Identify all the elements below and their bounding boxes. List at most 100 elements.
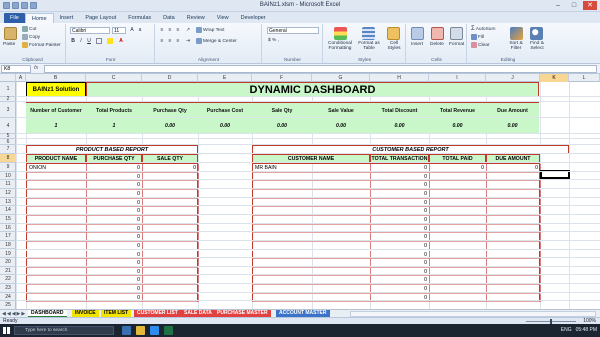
borders-icon[interactable]	[96, 38, 102, 44]
tab-view[interactable]: View	[211, 13, 235, 23]
tab-data[interactable]: Data	[157, 13, 181, 23]
row-header-14[interactable]: 14	[0, 206, 16, 215]
row-header-12[interactable]: 12	[0, 189, 16, 198]
row-header-9[interactable]: 9	[0, 163, 16, 172]
font-name-select[interactable]: Calibri	[70, 27, 110, 34]
indent-icon[interactable]: ⇥	[185, 38, 191, 44]
tab-review[interactable]: Review	[181, 13, 211, 23]
find-select-icon[interactable]	[530, 27, 543, 40]
row-header-1[interactable]: 1	[0, 82, 16, 97]
excel-taskbar-icon[interactable]	[164, 326, 173, 335]
bold-icon[interactable]: B	[70, 38, 76, 44]
brand-cell[interactable]: BAINz1 Solution	[26, 82, 86, 97]
row-header-11[interactable]: 11	[0, 180, 16, 189]
tab-home[interactable]: Home	[24, 13, 54, 23]
row-header-8[interactable]: 8	[0, 154, 16, 163]
number-format-buttons[interactable]: $ % ,	[268, 38, 279, 43]
sheet-tab-item-list[interactable]: ITEM LIST	[101, 310, 132, 317]
select-all-corner[interactable]	[0, 74, 16, 82]
kpi-value[interactable]: 0.00	[486, 120, 539, 132]
column-header-c[interactable]: C	[86, 74, 142, 82]
fill-button[interactable]: Fill	[471, 34, 484, 40]
align-right-icon[interactable]: ≡	[175, 38, 181, 44]
column-header-a[interactable]: A	[16, 74, 26, 82]
align-bottom-icon[interactable]: ≡	[175, 27, 181, 33]
sheet-tab-account-master[interactable]: ACCOUNT MASTER	[276, 310, 330, 317]
clear-button[interactable]: Clear	[471, 42, 489, 48]
kpi-value[interactable]: 0.00	[142, 120, 198, 132]
underline-icon[interactable]: U	[86, 38, 92, 44]
row-header-23[interactable]: 23	[0, 284, 16, 293]
delete-cells-icon[interactable]	[431, 27, 444, 40]
align-center-icon[interactable]: ≡	[167, 38, 173, 44]
worksheet[interactable]: BAINz1 Solution DYNAMIC DASHBOARD Number…	[16, 82, 600, 309]
font-color-icon[interactable]: A	[118, 38, 124, 44]
shrink-font-icon[interactable]: a	[137, 27, 143, 33]
dashboard-title[interactable]: DYNAMIC DASHBOARD	[86, 82, 539, 97]
cut-button[interactable]: Cut	[22, 26, 36, 32]
row-header-16[interactable]: 16	[0, 224, 16, 233]
tab-developer[interactable]: Developer	[235, 13, 272, 23]
sheet-tab-invoice[interactable]: INVOICE	[72, 310, 99, 317]
sort-filter-button[interactable]: Sort & Filter	[506, 41, 526, 51]
column-header-b[interactable]: B	[26, 74, 86, 82]
format-cells-icon[interactable]	[450, 27, 463, 40]
kpi-value[interactable]: 1	[86, 120, 142, 132]
font-size-select[interactable]: 11	[112, 27, 126, 34]
kpi-value[interactable]: 0.00	[252, 120, 312, 132]
grow-font-icon[interactable]: A	[129, 27, 135, 33]
format-painter-button[interactable]: Format Painter	[22, 42, 61, 48]
sheet-tab-purchase-master[interactable]: PURCHASE MASTER	[214, 310, 271, 317]
wrap-text-button[interactable]: Wrap Text	[196, 27, 224, 33]
column-header-h[interactable]: H	[370, 74, 429, 82]
column-header-f[interactable]: F	[252, 74, 312, 82]
row-header-24[interactable]: 24	[0, 293, 16, 302]
row-header-19[interactable]: 19	[0, 250, 16, 259]
name-box[interactable]: K8	[1, 65, 31, 73]
row-header-10[interactable]: 10	[0, 172, 16, 181]
column-header-j[interactable]: J	[486, 74, 540, 82]
column-header-i[interactable]: I	[429, 74, 486, 82]
column-header-g[interactable]: G	[312, 74, 370, 82]
paste-icon[interactable]	[4, 27, 17, 40]
kpi-value[interactable]: 0.00	[370, 120, 429, 132]
kpi-value[interactable]: 0.00	[312, 120, 370, 132]
row-header-21[interactable]: 21	[0, 267, 16, 276]
zoom-slider[interactable]	[526, 319, 576, 324]
windows-start-icon[interactable]	[3, 327, 10, 334]
align-top-icon[interactable]: ≡	[159, 27, 165, 33]
orientation-icon[interactable]: ↗	[185, 27, 191, 33]
minimize-button[interactable]: –	[551, 1, 565, 10]
sheet-tab-sale-data[interactable]: SALE DATA	[181, 310, 215, 317]
tab-file[interactable]: File	[4, 13, 25, 23]
row-header-7[interactable]: 7	[0, 145, 16, 154]
paste-button[interactable]: Paste	[3, 42, 15, 47]
sheet-tab-customer-list[interactable]: CUSTOMER LIST	[134, 310, 181, 317]
kpi-value[interactable]: 1	[26, 120, 86, 132]
language-indicator[interactable]: ENG	[561, 324, 572, 337]
row-header-18[interactable]: 18	[0, 241, 16, 250]
delete-button[interactable]: Delete	[430, 42, 444, 47]
cell-styles-button[interactable]: Cell Styles	[384, 41, 404, 51]
insert-button[interactable]: Insert	[411, 42, 423, 47]
format-as-table-icon[interactable]	[362, 27, 375, 40]
task-view-icon[interactable]	[122, 326, 131, 335]
autosum-button[interactable]: Σ AutoSum	[471, 26, 495, 32]
tab-insert[interactable]: Insert	[54, 13, 80, 23]
edge-icon[interactable]	[150, 326, 159, 335]
column-header-k[interactable]: K	[540, 74, 569, 82]
column-header-d[interactable]: D	[142, 74, 198, 82]
kpi-value[interactable]: 0.00	[198, 120, 252, 132]
column-header-l[interactable]: L	[569, 74, 600, 82]
row-header-15[interactable]: 15	[0, 215, 16, 224]
cell-styles-icon[interactable]	[387, 27, 400, 40]
file-explorer-icon[interactable]	[136, 326, 145, 335]
number-format-select[interactable]: General	[267, 27, 319, 34]
align-left-icon[interactable]: ≡	[159, 38, 165, 44]
sheet-tab-dashboard[interactable]: DASHBOARD	[28, 310, 67, 317]
maximize-button[interactable]: □	[567, 1, 581, 10]
row-header-17[interactable]: 17	[0, 232, 16, 241]
find-select-button[interactable]: Find & Select	[526, 41, 548, 51]
row-header-13[interactable]: 13	[0, 198, 16, 207]
format-as-table-button[interactable]: Format as Table	[357, 41, 381, 51]
